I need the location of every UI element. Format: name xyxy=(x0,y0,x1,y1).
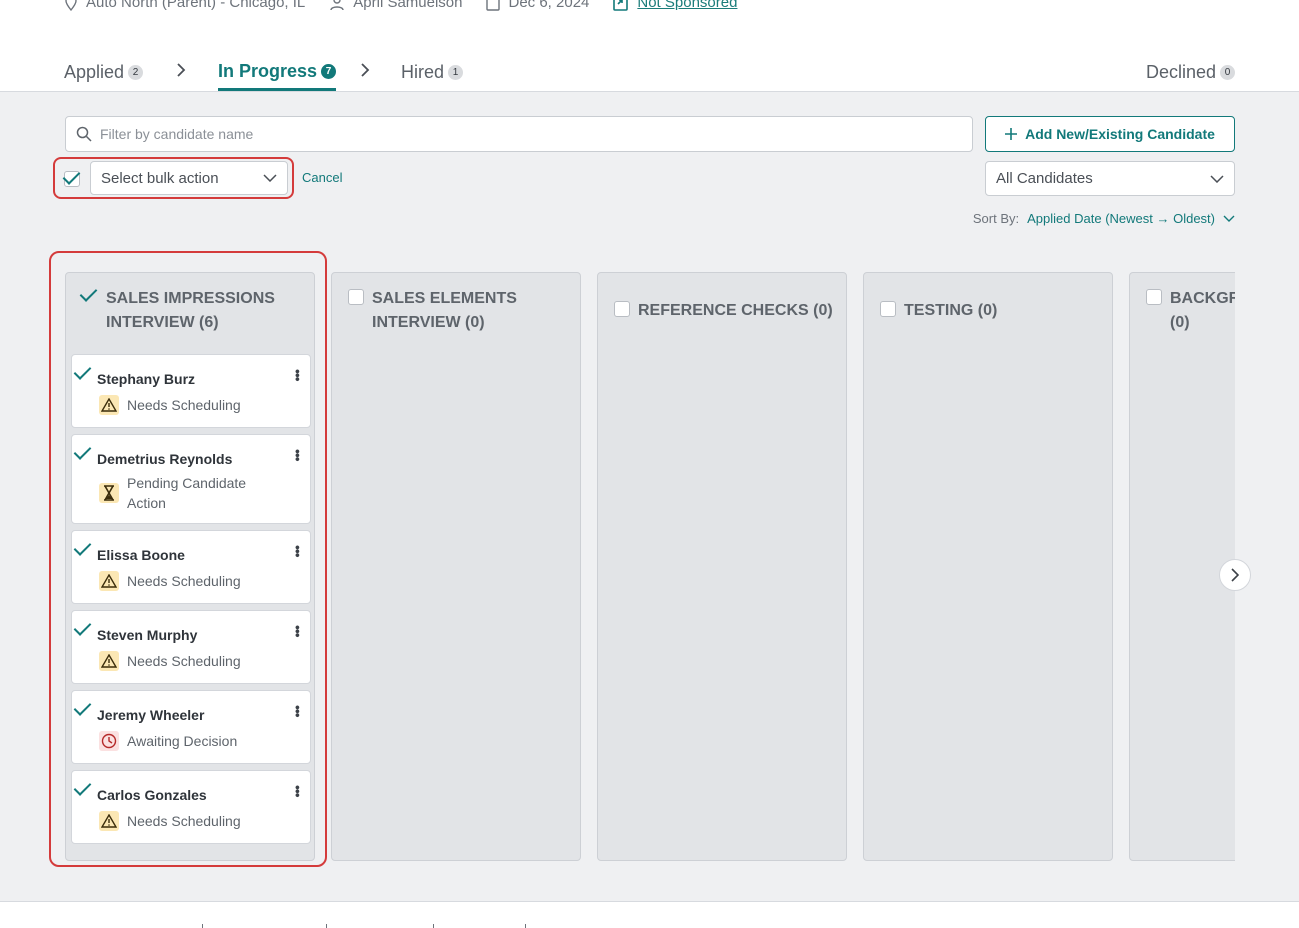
footer-divider xyxy=(326,924,327,928)
search-input[interactable] xyxy=(100,126,972,142)
footer-divider xyxy=(525,924,526,928)
cancel-link[interactable]: Cancel xyxy=(302,170,342,185)
column-highlight xyxy=(49,251,327,867)
page-header: Auto North (Parent) - Chicago, IL April … xyxy=(0,0,1299,92)
tab-hired[interactable]: Hired 1 xyxy=(401,54,464,90)
column-checkbox[interactable] xyxy=(614,301,630,317)
count-badge: 7 xyxy=(321,63,337,79)
column-checkbox[interactable] xyxy=(1146,289,1162,305)
page-footer xyxy=(0,901,1299,928)
location-text: Auto North (Parent) - Chicago, IL xyxy=(86,0,306,11)
column-title: REFERENCE CHECKS (0) xyxy=(638,302,833,319)
sort-value[interactable]: Applied Date (Newest → Oldest) xyxy=(1027,211,1215,226)
location-pin-icon xyxy=(65,0,77,11)
candidate-search xyxy=(65,116,973,152)
location-meta: Auto North (Parent) - Chicago, IL xyxy=(64,0,305,11)
tab-applied[interactable]: Applied 2 xyxy=(64,54,144,90)
stage-column: BACKGR (0) xyxy=(1129,272,1235,861)
candidate-filter-label: All Candidates xyxy=(996,170,1093,187)
job-meta: Auto North (Parent) - Chicago, IL April … xyxy=(64,0,737,11)
column-checkbox[interactable] xyxy=(348,289,364,305)
select-all-checkbox[interactable] xyxy=(64,171,80,187)
tab-label: Hired xyxy=(401,61,445,82)
column-header: SALES ELEMENTS INTERVIEW (0) xyxy=(348,287,570,335)
chevron-down-icon xyxy=(1210,174,1224,183)
sponsor-icon xyxy=(613,0,629,11)
date-text: Dec 6, 2024 xyxy=(508,0,590,11)
stage-column: SALES ELEMENTS INTERVIEW (0) xyxy=(331,272,581,861)
chevron-down-icon[interactable] xyxy=(1223,215,1235,223)
owner-text: April Samuelson xyxy=(353,0,463,11)
column-header: REFERENCE CHECKS (0) xyxy=(614,299,836,323)
bulk-action-label: Select bulk action xyxy=(101,169,219,187)
tab-label: Declined xyxy=(1145,61,1216,82)
owner-meta: April Samuelson xyxy=(329,0,462,11)
search-icon xyxy=(76,126,92,142)
person-icon xyxy=(330,0,344,10)
column-title: SALES ELEMENTS INTERVIEW (0) xyxy=(372,290,517,331)
tab-label: Applied xyxy=(64,61,125,82)
sort-control: Sort By: Applied Date (Newest → Oldest) xyxy=(973,211,1235,226)
stage-column: REFERENCE CHECKS (0) xyxy=(597,272,847,861)
chevron-right-icon xyxy=(361,63,370,77)
count-badge: 2 xyxy=(128,64,144,80)
sponsorship-meta[interactable]: Not Sponsored xyxy=(613,0,737,11)
tab-declined[interactable]: Declined 0 xyxy=(1146,54,1235,90)
add-candidate-button[interactable]: Add New/Existing Candidate xyxy=(985,116,1235,152)
column-checkbox[interactable] xyxy=(880,301,896,317)
column-header: BACKGR (0) xyxy=(1146,287,1235,335)
scroll-next-button[interactable] xyxy=(1219,559,1251,591)
tab-in-progress[interactable]: In Progress 7 xyxy=(218,54,337,91)
calendar-icon xyxy=(486,0,501,11)
add-candidate-label: Add New/Existing Candidate xyxy=(1025,126,1215,142)
column-title: BACKGR (0) xyxy=(1170,290,1235,331)
count-badge: 0 xyxy=(1220,64,1235,80)
column-title: TESTING (0) xyxy=(904,302,998,319)
bulk-action-select[interactable]: Select bulk action xyxy=(90,161,288,195)
footer-divider xyxy=(202,924,203,928)
footer-divider xyxy=(433,924,434,928)
sponsorship-link[interactable]: Not Sponsored xyxy=(637,0,737,11)
plus-icon xyxy=(1005,128,1018,140)
stage-column: TESTING (0) xyxy=(863,272,1113,861)
tab-label: In Progress xyxy=(218,60,318,81)
stage-tabs: Applied 2 In Progress 7 Hired 1 Declined… xyxy=(64,54,1235,92)
chevron-right-icon xyxy=(1231,568,1239,582)
date-meta: Dec 6, 2024 xyxy=(486,0,589,11)
sort-label: Sort By: xyxy=(972,211,1020,226)
candidate-filter-select[interactable]: All Candidates xyxy=(985,161,1235,196)
column-header: TESTING (0) xyxy=(880,299,1102,323)
count-badge: 1 xyxy=(448,64,464,80)
chevron-down-icon xyxy=(263,174,277,182)
chevron-right-icon xyxy=(177,63,186,77)
